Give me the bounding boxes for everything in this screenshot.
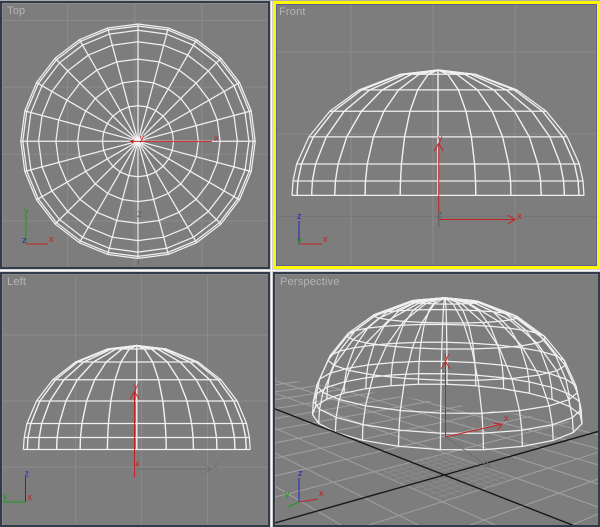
svg-text:z: z xyxy=(137,209,142,220)
svg-text:y: y xyxy=(134,382,139,392)
svg-text:y: y xyxy=(140,133,145,143)
svg-text:z: z xyxy=(437,210,442,221)
svg-text:z: z xyxy=(22,235,27,245)
svg-text:z: z xyxy=(298,468,303,478)
svg-text:x: x xyxy=(49,234,54,244)
svg-text:z: z xyxy=(214,460,219,470)
svg-text:y: y xyxy=(3,491,8,501)
svg-text:z: z xyxy=(25,469,30,479)
svg-text:x: x xyxy=(517,211,522,221)
svg-text:z: z xyxy=(297,211,302,221)
svg-text:x: x xyxy=(323,234,328,244)
svg-text:x: x xyxy=(504,413,509,423)
svg-text:x: x xyxy=(135,459,140,469)
svg-text:y: y xyxy=(445,351,450,361)
svg-text:x: x xyxy=(319,488,324,498)
svg-text:y: y xyxy=(24,206,29,216)
svg-text:x: x xyxy=(214,133,219,143)
svg-text:y: y xyxy=(438,134,443,144)
svg-text:y: y xyxy=(285,489,290,499)
svg-text:y: y xyxy=(297,235,302,245)
svg-text:x: x xyxy=(28,492,33,502)
